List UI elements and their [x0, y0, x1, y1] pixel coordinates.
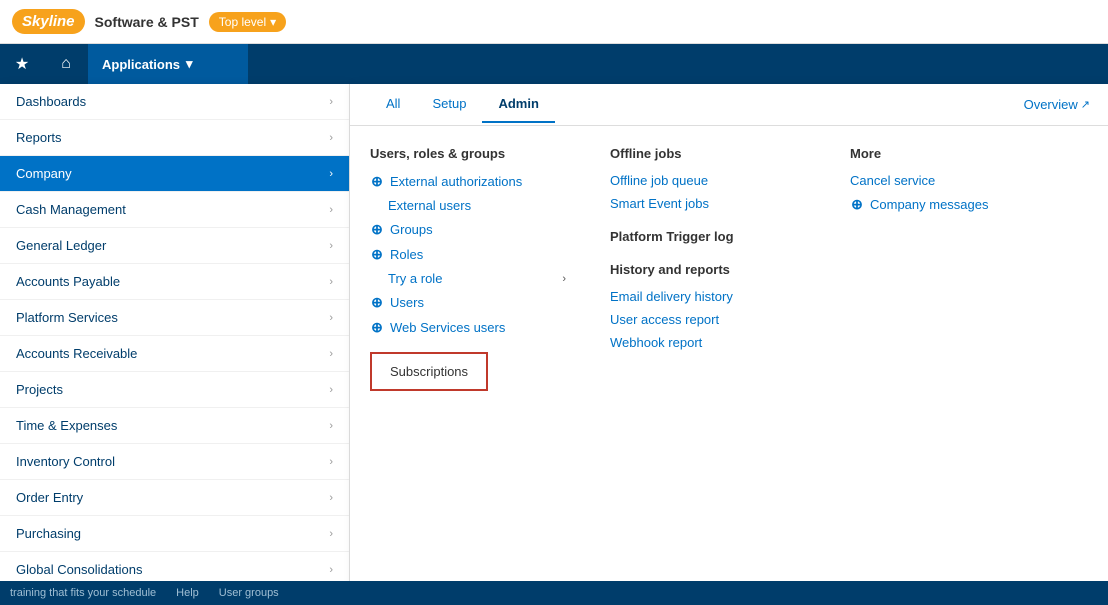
menu-item-order-entry[interactable]: Order Entry ›: [0, 480, 349, 516]
chevron-icon: ›: [329, 204, 333, 216]
plus-icon: ⊕: [850, 196, 864, 213]
offline-section-title: Offline jobs: [610, 146, 810, 161]
tab-setup[interactable]: Setup: [416, 86, 482, 123]
left-menu: Dashboards › Reports › Company › Cash Ma…: [0, 84, 350, 605]
more-section-title: More: [850, 146, 1050, 161]
company-messages-link[interactable]: ⊕ Company messages: [850, 196, 1050, 213]
chevron-icon: ›: [329, 528, 333, 540]
menu-item-company[interactable]: Company ›: [0, 156, 349, 192]
favorites-button[interactable]: ★: [0, 44, 44, 84]
menu-item-time-expenses[interactable]: Time & Expenses ›: [0, 408, 349, 444]
tabs-left: All Setup Admin: [370, 86, 555, 123]
menu-item-projects[interactable]: Projects ›: [0, 372, 349, 408]
plus-icon: ⊕: [370, 294, 384, 311]
chevron-icon: ›: [329, 312, 333, 324]
history-section-title: History and reports: [610, 262, 810, 277]
web-services-link[interactable]: ⊕ Web Services users: [370, 319, 570, 336]
menu-item-accounts-receivable[interactable]: Accounts Receivable ›: [0, 336, 349, 372]
dropdown-overlay: Dashboards › Reports › Company › Cash Ma…: [0, 84, 1108, 605]
external-authorizations-link[interactable]: ⊕ External authorizations: [370, 173, 570, 190]
chevron-icon: ›: [329, 564, 333, 576]
users-section: Users, roles & groups ⊕ External authori…: [370, 146, 570, 585]
menu-item-dashboards[interactable]: Dashboards ›: [0, 84, 349, 120]
try-role-link[interactable]: Try a role ›: [388, 271, 570, 286]
menu-item-purchasing[interactable]: Purchasing ›: [0, 516, 349, 552]
chevron-icon: ›: [329, 96, 333, 108]
platform-section-title: Platform Trigger log: [610, 229, 810, 244]
applications-menu[interactable]: Applications ▾: [88, 44, 248, 84]
right-panel: All Setup Admin Overview ↗ Users, roles …: [350, 84, 1108, 605]
offline-job-queue-link[interactable]: Offline job queue: [610, 173, 810, 188]
chevron-icon: ›: [329, 348, 333, 360]
external-users-link[interactable]: External users: [388, 198, 570, 213]
bottom-link-user-groups[interactable]: User groups: [219, 587, 279, 599]
chevron-icon: ›: [329, 492, 333, 504]
chevron-icon: ›: [329, 168, 333, 180]
menu-item-accounts-payable[interactable]: Accounts Payable ›: [0, 264, 349, 300]
subscriptions-button[interactable]: Subscriptions: [370, 352, 488, 391]
content-area: Users, roles & groups ⊕ External authori…: [350, 126, 1108, 605]
plus-icon: ⊕: [370, 221, 384, 238]
cancel-service-link[interactable]: Cancel service: [850, 173, 1050, 188]
top-level-badge[interactable]: Top level ▾: [209, 12, 286, 32]
email-delivery-link[interactable]: Email delivery history: [610, 289, 810, 304]
plus-icon: ⊕: [370, 173, 384, 190]
groups-link[interactable]: ⊕ Groups: [370, 221, 570, 238]
menu-item-cash-management[interactable]: Cash Management ›: [0, 192, 349, 228]
tab-admin[interactable]: Admin: [482, 86, 554, 123]
main-layout: ▼ Intacct Get Get • New... Dashboards › …: [0, 84, 1108, 605]
chevron-icon: ›: [329, 240, 333, 252]
chevron-icon: ›: [329, 456, 333, 468]
overview-link[interactable]: Overview ↗: [1024, 97, 1090, 112]
top-bar: Skyline Software & PST Top level ▾: [0, 0, 1108, 44]
more-section: More Cancel service ⊕ Company messages: [850, 146, 1050, 585]
bottom-link-training[interactable]: training that fits your schedule: [10, 587, 156, 599]
tabs-row: All Setup Admin Overview ↗: [350, 84, 1108, 126]
users-link[interactable]: ⊕ Users: [370, 294, 570, 311]
skyline-logo: Skyline: [12, 9, 85, 34]
menu-item-platform-services[interactable]: Platform Services ›: [0, 300, 349, 336]
bottom-link-help[interactable]: Help: [176, 587, 199, 599]
webhook-report-link[interactable]: Webhook report: [610, 335, 810, 350]
chevron-right-icon: ›: [562, 273, 566, 285]
bottom-bar: training that fits your schedule Help Us…: [0, 581, 1108, 605]
offline-section: Offline jobs Offline job queue Smart Eve…: [610, 146, 810, 585]
chevron-icon: ›: [329, 132, 333, 144]
chevron-icon: ›: [329, 420, 333, 432]
roles-link[interactable]: ⊕ Roles: [370, 246, 570, 263]
plus-icon: ⊕: [370, 246, 384, 263]
tab-all[interactable]: All: [370, 86, 416, 123]
menu-item-inventory-control[interactable]: Inventory Control ›: [0, 444, 349, 480]
user-access-report-link[interactable]: User access report: [610, 312, 810, 327]
menu-item-general-ledger[interactable]: General Ledger ›: [0, 228, 349, 264]
plus-icon: ⊕: [370, 319, 384, 336]
nav-bar: ★ ⌂ Applications ▾: [0, 44, 1108, 84]
home-button[interactable]: ⌂: [44, 44, 88, 84]
chevron-icon: ›: [329, 384, 333, 396]
chevron-icon: ›: [329, 276, 333, 288]
users-section-title: Users, roles & groups: [370, 146, 570, 161]
smart-event-jobs-link[interactable]: Smart Event jobs: [610, 196, 810, 211]
company-name: Software & PST: [95, 14, 199, 30]
menu-item-reports[interactable]: Reports ›: [0, 120, 349, 156]
